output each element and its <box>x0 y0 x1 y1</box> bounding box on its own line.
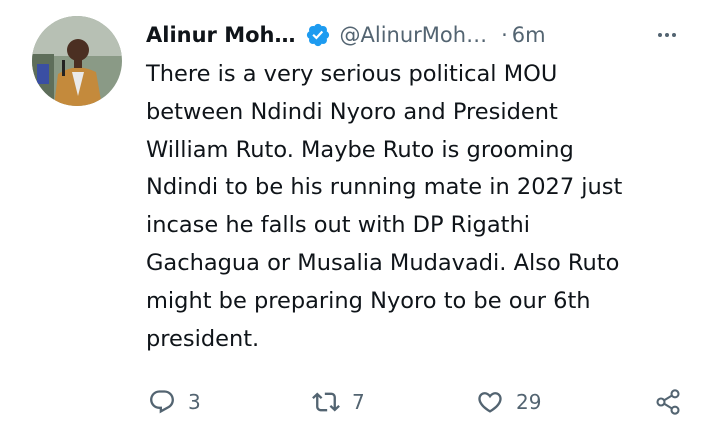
action-bar: 3 7 29 <box>140 380 690 424</box>
avatar[interactable] <box>32 16 122 106</box>
like-count: 29 <box>516 390 542 414</box>
retweet-button[interactable]: 7 <box>312 380 365 424</box>
separator: · <box>501 23 508 47</box>
reply-count: 3 <box>188 390 201 414</box>
retweet-count: 7 <box>352 390 365 414</box>
timestamp[interactable]: 6m <box>512 23 546 47</box>
like-button[interactable]: 29 <box>476 380 541 424</box>
tweet-header: Alinur Moh… @AlinurMoh… · 6m <box>146 18 696 52</box>
heart-icon <box>478 392 502 413</box>
more-icon <box>658 33 676 37</box>
reply-icon <box>150 390 174 414</box>
share-button[interactable] <box>654 380 682 424</box>
user-handle[interactable]: @AlinurMoh… <box>340 23 488 47</box>
more-options-button[interactable] <box>652 20 682 50</box>
verified-badge-icon <box>305 22 331 48</box>
retweet-icon <box>312 392 340 412</box>
reply-button[interactable]: 3 <box>148 380 201 424</box>
display-name[interactable]: Alinur Moh… <box>146 23 296 47</box>
tweet-text: There is a very serious political MOU be… <box>146 61 623 352</box>
share-icon <box>656 389 680 415</box>
avatar-photo <box>32 16 122 106</box>
